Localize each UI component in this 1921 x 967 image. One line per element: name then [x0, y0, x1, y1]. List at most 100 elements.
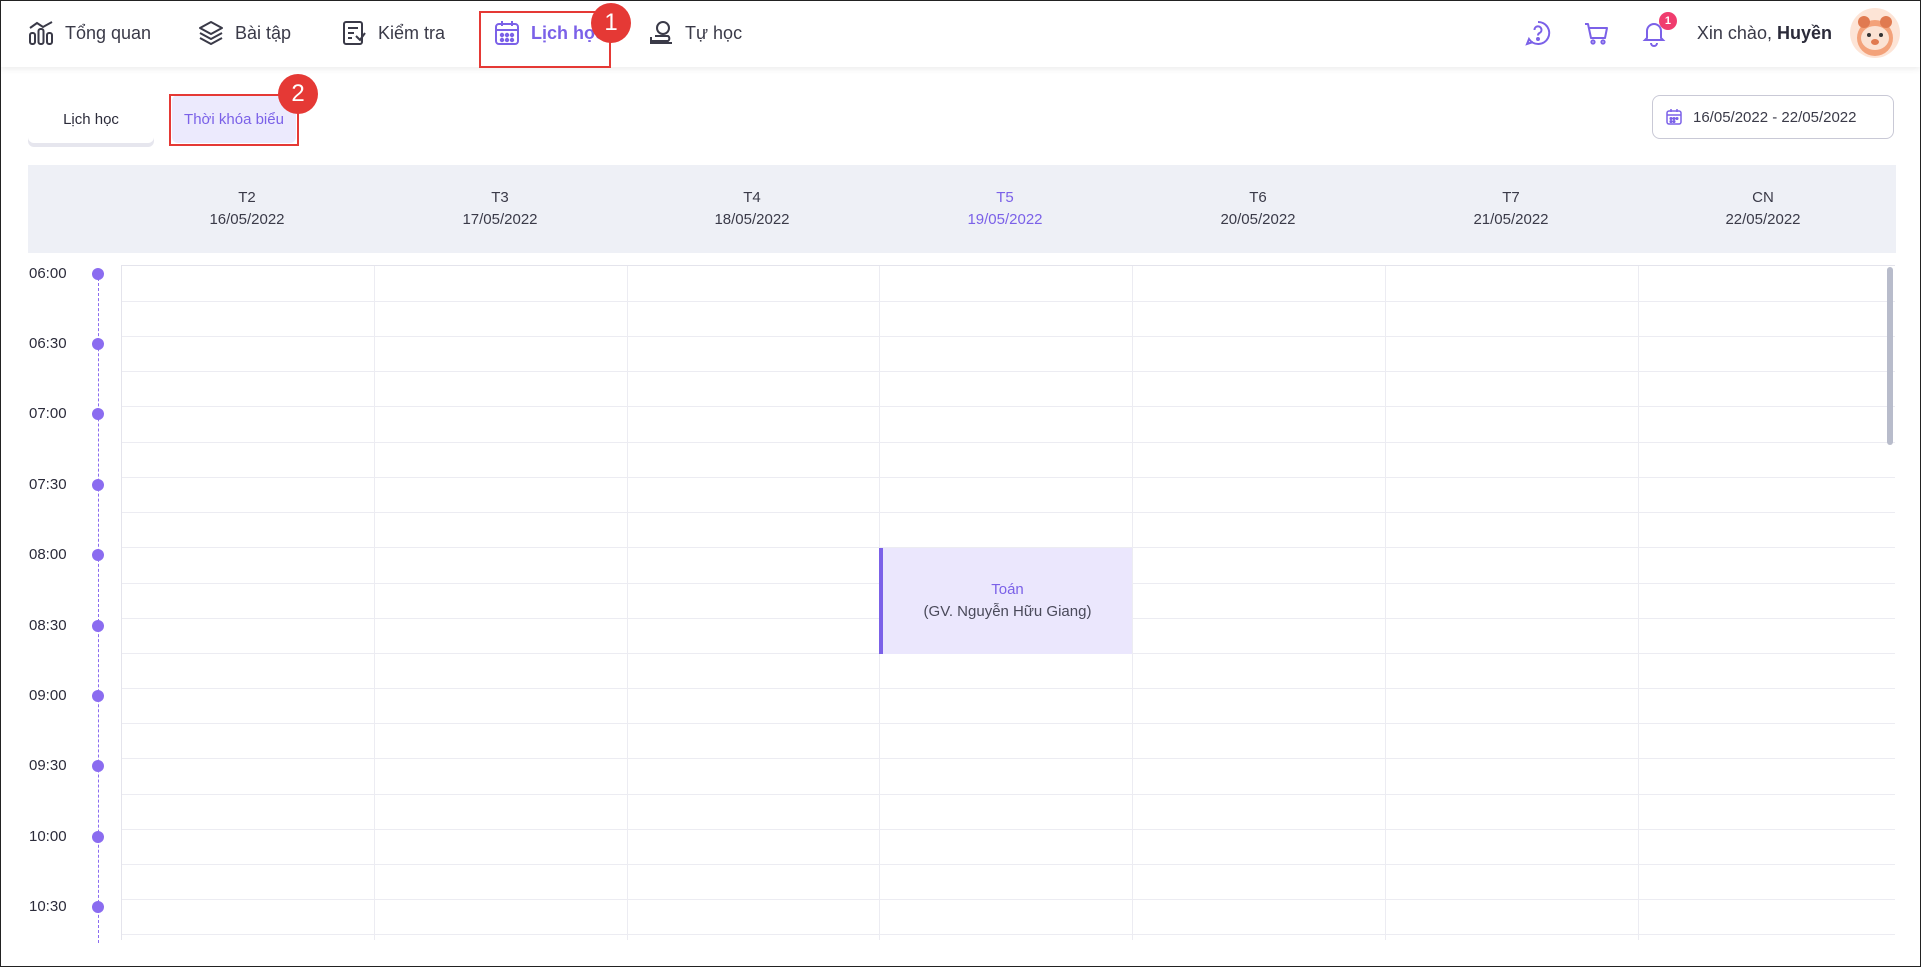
time-label: 07:30: [29, 476, 67, 493]
day-header-t4: T4 18/05/2022: [626, 187, 878, 231]
grid-line: [122, 688, 1895, 689]
notification-button[interactable]: 1: [1639, 12, 1677, 48]
layers-icon: [199, 21, 223, 45]
day-header-cn: CN 22/05/2022: [1637, 187, 1889, 231]
day-date: 20/05/2022: [1220, 211, 1296, 228]
time-label: 09:30: [29, 757, 67, 774]
nav-item-label: Tự học: [685, 22, 743, 43]
day-header-t5: T5 19/05/2022: [879, 187, 1131, 231]
nav-right-area: 1 Xin chào, Huyền: [1523, 1, 1900, 65]
calendar-icon: [1666, 109, 1682, 125]
calendar-header: T2 16/05/2022 T3 17/05/2022 T4 18/05/2022 T…: [28, 165, 1896, 253]
grid-line: [122, 934, 1895, 935]
date-range-picker[interactable]: 16/05/2022 - 22/05/2022: [1652, 95, 1894, 139]
time-label: 10:30: [29, 898, 67, 915]
day-name: T2: [238, 189, 256, 206]
tab-timetable[interactable]: Thời khóa biểu: [172, 95, 296, 143]
grid-column-line: [1638, 266, 1639, 940]
grid-line: [122, 829, 1895, 830]
nav-item-label: Bài tập: [235, 22, 292, 43]
grid-line: [122, 406, 1895, 407]
grid-line: [122, 442, 1895, 443]
time-dot: [92, 408, 104, 420]
test-icon: [343, 21, 366, 45]
time-axis: 06:00 06:30 07:00 07:30 08:00 08:30 09:0…: [1, 265, 121, 943]
day-date: 17/05/2022: [462, 211, 538, 228]
user-name: Huyền: [1776, 22, 1832, 43]
event-teacher: (GV. Nguyễn Hữu Giang): [923, 603, 1092, 620]
nav-item-overview[interactable]: Tổng quan: [27, 1, 151, 65]
help-button[interactable]: [1523, 18, 1553, 48]
time-label: 07:00: [29, 405, 67, 422]
grid-line: [122, 864, 1895, 865]
grid-line: [122, 899, 1895, 900]
grid-line: [122, 794, 1895, 795]
app-window: Tổng quan Bài tập Kiểm tra Lịch học Tự h…: [0, 0, 1921, 967]
day-date: 18/05/2022: [714, 211, 790, 228]
notification-badge: 1: [1658, 12, 1677, 30]
grid-column-line: [627, 266, 628, 940]
schedule-event[interactable]: Toán (GV. Nguyễn Hữu Giang): [879, 548, 1132, 654]
day-name: T6: [1249, 189, 1267, 206]
calendar-icon: [495, 21, 519, 45]
day-name: T4: [743, 189, 761, 206]
date-range-text: 16/05/2022 - 22/05/2022: [1693, 108, 1857, 126]
cart-icon: [1584, 23, 1608, 45]
grid-line: [122, 301, 1895, 302]
avatar[interactable]: [1850, 8, 1900, 58]
greeting-text: Xin chào,: [1696, 22, 1772, 43]
nav-item-self-study[interactable]: Tự học: [647, 1, 742, 65]
annotation-number-2: 2: [278, 74, 318, 114]
time-label: 08:00: [29, 546, 67, 563]
day-date: 22/05/2022: [1725, 211, 1801, 228]
time-label: 09:00: [29, 687, 67, 704]
nav-item-exercises[interactable]: Bài tập: [197, 1, 291, 65]
time-dot: [92, 338, 104, 350]
grid-column-line: [374, 266, 375, 940]
time-dot: [92, 268, 104, 280]
day-header-t3: T3 17/05/2022: [374, 187, 626, 231]
day-date: 16/05/2022: [209, 211, 285, 228]
grid-line: [122, 512, 1895, 513]
grid-line: [122, 758, 1895, 759]
grid-line: [122, 371, 1895, 372]
day-name: T3: [491, 189, 509, 206]
avatar-icon: [1857, 16, 1893, 56]
time-dot: [92, 831, 104, 843]
calendar-grid[interactable]: Toán (GV. Nguyễn Hữu Giang): [121, 265, 1895, 940]
day-name: T7: [1502, 189, 1520, 206]
calendar-scrollbar[interactable]: [1887, 267, 1893, 445]
nav-item-label: Tổng quan: [65, 22, 152, 43]
grid-column-line: [1132, 266, 1133, 940]
event-subject: Toán: [991, 581, 1024, 598]
time-label: 06:00: [29, 265, 67, 282]
chart-icon: [29, 21, 53, 45]
cart-button[interactable]: [1581, 18, 1611, 48]
time-label: 06:30: [29, 335, 67, 352]
nav-item-label: Kiểm tra: [378, 22, 446, 43]
time-label: 08:30: [29, 617, 67, 634]
time-label: 10:00: [29, 828, 67, 845]
nav-item-tests[interactable]: Kiểm tra: [340, 1, 445, 65]
time-dot: [92, 549, 104, 561]
grid-line: [122, 477, 1895, 478]
help-icon: [1525, 20, 1551, 46]
day-date: 19/05/2022: [967, 211, 1043, 228]
grid-column-line: [1385, 266, 1386, 940]
grid-line: [122, 336, 1895, 337]
time-dot: [92, 901, 104, 913]
day-header-t7: T7 21/05/2022: [1385, 187, 1637, 231]
time-dot: [92, 479, 104, 491]
nav-item-schedule[interactable]: Lịch học: [493, 1, 605, 65]
top-navigation: Tổng quan Bài tập Kiểm tra Lịch học Tự h…: [1, 1, 1920, 67]
time-dot: [92, 690, 104, 702]
grid-line: [122, 723, 1895, 724]
time-dot: [92, 620, 104, 632]
day-name: T5: [996, 189, 1014, 206]
annotation-number-1: 1: [591, 3, 631, 43]
day-header-t6: T6 20/05/2022: [1132, 187, 1384, 231]
day-header-t2: T2 16/05/2022: [121, 187, 373, 231]
tab-schedule[interactable]: Lịch học: [28, 95, 154, 143]
day-name: CN: [1752, 189, 1774, 206]
day-date: 21/05/2022: [1473, 211, 1549, 228]
